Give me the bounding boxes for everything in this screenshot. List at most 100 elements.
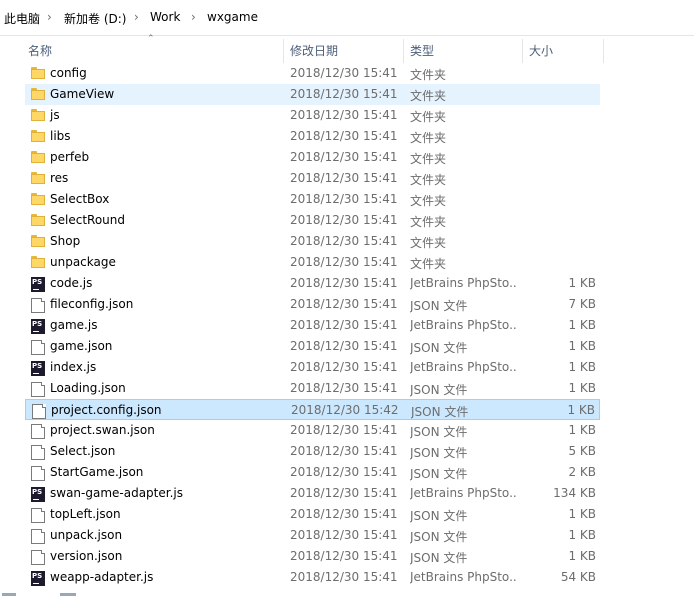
column-divider[interactable]: [522, 39, 523, 63]
file-name: libs: [50, 129, 71, 143]
file-row[interactable]: project.config.json 2018/12/30 15:42 JSON …: [25, 399, 600, 420]
file-row[interactable]: Shop 2018/12/30 15:41 文件夹: [25, 231, 600, 252]
file-row[interactable]: PS swan-game-adapter.js 2018/12/30 15:41 Je…: [25, 483, 600, 504]
folder-icon: [31, 214, 45, 229]
column-header-modified[interactable]: 修改日期: [290, 36, 338, 64]
folder-icon: [31, 67, 45, 82]
json-file-icon: [32, 404, 46, 419]
column-divider[interactable]: [603, 39, 604, 63]
file-modified-date: 2018/12/30 15:41: [290, 570, 398, 584]
file-name: GameView: [50, 87, 115, 101]
phpstorm-icon: PS: [31, 277, 45, 292]
file-name: game.js: [50, 318, 98, 332]
file-modified-date: 2018/12/30 15:42: [291, 403, 399, 417]
file-row[interactable]: config 2018/12/30 15:41 文件夹: [25, 63, 600, 84]
file-row[interactable]: GameView 2018/12/30 15:41 文件夹: [25, 84, 600, 105]
file-row[interactable]: StartGame.json 2018/12/30 15:41 JSON 文件 2 K…: [25, 462, 600, 483]
file-modified-date: 2018/12/30 15:41: [290, 150, 398, 164]
file-type: 文件夹: [410, 194, 447, 208]
file-name: swan-game-adapter.js: [50, 486, 183, 500]
file-row[interactable]: Loading.json 2018/12/30 15:41 JSON 文件 1 KB: [25, 378, 600, 399]
file-type: JetBrains PhpSto...: [410, 570, 518, 584]
phpstorm-icon: PS: [31, 361, 45, 376]
json-file-icon: [31, 529, 45, 544]
file-row[interactable]: SelectBox 2018/12/30 15:41 文件夹: [25, 189, 600, 210]
file-name: unpackage: [50, 255, 116, 269]
file-type: 文件夹: [410, 68, 447, 82]
file-row[interactable]: version.json 2018/12/30 15:41 JSON 文件 1 KB: [25, 546, 600, 567]
file-type: 文件夹: [410, 89, 447, 103]
file-row[interactable]: unpack.json 2018/12/30 15:41 JSON 文件 1 KB: [25, 525, 600, 546]
file-row[interactable]: PS game.js 2018/12/30 15:41 JetBrains PhpSt…: [25, 315, 600, 336]
file-row[interactable]: unpackage 2018/12/30 15:41 文件夹: [25, 252, 600, 273]
breadcrumb-work[interactable]: Work: [150, 10, 180, 24]
file-row[interactable]: res 2018/12/30 15:41 文件夹: [25, 168, 600, 189]
file-row[interactable]: libs 2018/12/30 15:41 文件夹: [25, 126, 600, 147]
file-modified-date: 2018/12/30 15:41: [290, 297, 398, 311]
breadcrumb-separator-icon[interactable]: ›: [191, 10, 196, 24]
file-row[interactable]: PS index.js 2018/12/30 15:41 JetBrains PhpS…: [25, 357, 600, 378]
breadcrumb-wxgame[interactable]: wxgame: [207, 10, 258, 24]
folder-icon: [31, 235, 45, 250]
file-modified-date: 2018/12/30 15:41: [290, 87, 398, 101]
file-type: 文件夹: [410, 131, 447, 145]
file-type: JetBrains PhpSto...: [410, 318, 518, 332]
file-row[interactable]: game.json 2018/12/30 15:41 JSON 文件 1 KB: [25, 336, 600, 357]
file-size: 1 KB: [568, 423, 596, 437]
file-modified-date: 2018/12/30 15:41: [290, 486, 398, 500]
file-type: JSON 文件: [410, 530, 468, 544]
file-modified-date: 2018/12/30 15:41: [290, 444, 398, 458]
file-type: JSON 文件: [410, 467, 468, 481]
file-row[interactable]: perfeb 2018/12/30 15:41 文件夹: [25, 147, 600, 168]
json-file-icon: [31, 382, 45, 397]
file-type: JSON 文件: [410, 446, 468, 460]
file-row[interactable]: Select.json 2018/12/30 15:41 JSON 文件 5 KB: [25, 441, 600, 462]
file-name: version.json: [50, 549, 123, 563]
file-modified-date: 2018/12/30 15:41: [290, 318, 398, 332]
file-type: JSON 文件: [411, 405, 469, 419]
file-row[interactable]: PS weapp-adapter.js 2018/12/30 15:41 JetBra…: [25, 567, 600, 588]
file-row[interactable]: PS code.js 2018/12/30 15:41 JetBrains PhpSt…: [25, 273, 600, 294]
file-row[interactable]: js 2018/12/30 15:41 文件夹: [25, 105, 600, 126]
file-name: topLeft.json: [50, 507, 121, 521]
file-name: index.js: [50, 360, 97, 374]
file-modified-date: 2018/12/30 15:41: [290, 549, 398, 563]
file-list: config 2018/12/30 15:41 文件夹 GameView 2018/12…: [0, 62, 694, 596]
breadcrumb-separator-icon[interactable]: ›: [47, 10, 52, 24]
file-type: JSON 文件: [410, 383, 468, 397]
json-file-icon: [31, 445, 45, 460]
column-header-size[interactable]: 大小: [529, 36, 553, 64]
file-size: 1 KB: [568, 339, 596, 353]
breadcrumb-separator-icon[interactable]: ›: [134, 10, 139, 24]
file-row[interactable]: SelectRound 2018/12/30 15:41 文件夹: [25, 210, 600, 231]
file-type: JSON 文件: [410, 341, 468, 355]
json-file-icon: [31, 466, 45, 481]
file-size: 5 KB: [568, 444, 596, 458]
breadcrumb-drive-d[interactable]: 新加卷 (D:): [64, 10, 126, 27]
phpstorm-icon: PS: [31, 487, 45, 502]
column-divider[interactable]: [403, 39, 404, 63]
column-divider[interactable]: [283, 39, 284, 63]
file-type: JetBrains PhpSto...: [410, 276, 518, 290]
file-size: 2 KB: [568, 465, 596, 479]
file-type: 文件夹: [410, 152, 447, 166]
file-size: 134 KB: [553, 486, 596, 500]
file-name: fileconfig.json: [50, 297, 134, 311]
file-row[interactable]: fileconfig.json 2018/12/30 15:41 JSON 文件 7 …: [25, 294, 600, 315]
file-row[interactable]: project.swan.json 2018/12/30 15:41 JSON 文件…: [25, 420, 600, 441]
file-name: config: [50, 66, 87, 80]
folder-icon: [31, 193, 45, 208]
column-header-type[interactable]: 类型: [410, 36, 434, 64]
file-type: JSON 文件: [410, 299, 468, 313]
file-name: Shop: [50, 234, 81, 248]
file-modified-date: 2018/12/30 15:41: [290, 255, 398, 269]
file-type: 文件夹: [410, 215, 447, 229]
file-row[interactable]: topLeft.json 2018/12/30 15:41 JSON 文件 1 KB: [25, 504, 600, 525]
file-modified-date: 2018/12/30 15:41: [290, 528, 398, 542]
sort-ascending-icon: ⌃: [147, 34, 155, 44]
column-header-name[interactable]: 名称: [28, 36, 52, 64]
file-name: game.json: [50, 339, 113, 353]
breadcrumb-this-pc[interactable]: 此电脑: [4, 10, 40, 27]
json-file-icon: [31, 424, 45, 439]
file-name: perfeb: [50, 150, 90, 164]
